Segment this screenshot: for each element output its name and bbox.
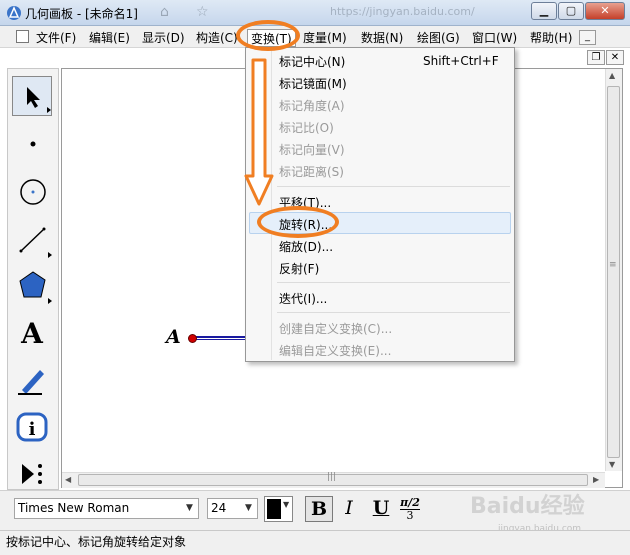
- menu-item-mark-angle: 标记角度(A): [279, 99, 345, 113]
- close-button[interactable]: ✕: [585, 2, 625, 20]
- tool-select[interactable]: [12, 76, 52, 116]
- tool-polygon[interactable]: [12, 266, 52, 306]
- tool-line[interactable]: [12, 220, 52, 260]
- color-dropdown-icon[interactable]: ▼: [283, 500, 289, 509]
- minimize-button[interactable]: ▁: [531, 2, 557, 20]
- scroll-up-arrow-icon[interactable]: ▲: [609, 71, 615, 80]
- line-tool-icon: [19, 227, 46, 253]
- underline-button[interactable]: U: [367, 496, 395, 522]
- menu-measure[interactable]: 度量(M): [303, 29, 347, 47]
- tool-point[interactable]: [12, 124, 52, 164]
- menu-file[interactable]: 文件(F): [36, 29, 76, 47]
- doc-minimize-button[interactable]: _: [579, 30, 596, 45]
- grip-icon: ≡: [609, 260, 617, 270]
- menu-construct[interactable]: 构造(C): [196, 29, 238, 47]
- menu-item-mark-ratio: 标记比(O): [279, 121, 334, 135]
- font-size-value: 24: [211, 501, 227, 515]
- menu-data[interactable]: 数据(N): [361, 29, 403, 47]
- annotation-circle-rotate: [257, 206, 339, 238]
- marker-tool-icon: [18, 370, 44, 395]
- tool-compass[interactable]: [12, 172, 52, 212]
- menu-item-mark-vector: 标记向量(V): [279, 143, 345, 157]
- maximize-button[interactable]: ▢: [558, 2, 584, 20]
- italic-button[interactable]: I: [335, 496, 363, 522]
- vertical-scroll-thumb[interactable]: [607, 86, 620, 458]
- menu-item-mark-distance: 标记距离(S): [279, 165, 344, 179]
- menu-help[interactable]: 帮助(H): [530, 29, 572, 47]
- menu-item-edit-custom-transform: 编辑自定义变换(E)...: [279, 344, 392, 358]
- math-denominator: 3: [406, 509, 414, 522]
- point-label-a[interactable]: A: [166, 326, 181, 348]
- font-name-dropdown-icon[interactable]: ▼: [186, 503, 193, 513]
- tool-marker[interactable]: [12, 360, 52, 400]
- custom-tool-icon: [22, 464, 42, 484]
- info-tool-icon: i: [16, 412, 48, 442]
- svg-text:i: i: [29, 419, 36, 440]
- math-format-button[interactable]: π/2 3: [396, 496, 424, 522]
- window-title: 几何画板 - [未命名1]: [25, 7, 138, 21]
- point-a[interactable]: [188, 334, 197, 343]
- document-icon[interactable]: [16, 30, 29, 43]
- font-name-value: Times New Roman: [18, 501, 130, 515]
- scroll-right-arrow-icon[interactable]: ▶: [593, 475, 599, 484]
- font-name-combo[interactable]: Times New Roman: [14, 498, 199, 519]
- compass-tool-icon: [20, 179, 46, 205]
- annotation-down-arrow-icon: [244, 58, 274, 206]
- menu-item-reflect[interactable]: 反射(F): [279, 260, 319, 277]
- baidu-watermark: Baidu经验: [470, 494, 585, 519]
- grip-icon: |||: [327, 472, 337, 482]
- tool-info[interactable]: i: [12, 408, 52, 448]
- menu-graph[interactable]: 绘图(G): [417, 29, 460, 47]
- menu-item-iterate[interactable]: 迭代(I)...: [279, 290, 327, 307]
- font-size-dropdown-icon[interactable]: ▼: [245, 503, 252, 513]
- doc-restore-button[interactable]: ❐: [587, 50, 605, 65]
- scroll-left-arrow-icon[interactable]: ◀: [65, 475, 71, 484]
- line-segment[interactable]: [196, 336, 248, 340]
- shortcut-mark-center: Shift+Ctrl+F: [423, 54, 499, 68]
- text-color-swatch: [267, 499, 281, 519]
- point-tool-icon: [30, 141, 36, 147]
- menu-window[interactable]: 窗口(W): [472, 29, 517, 47]
- menu-item-mark-mirror[interactable]: 标记镜面(M): [279, 75, 347, 92]
- menu-separator: [277, 312, 510, 313]
- home-icon: ⌂: [160, 4, 169, 20]
- annotation-circle-transform-menu: [236, 20, 300, 51]
- menu-item-dilate[interactable]: 缩放(D)...: [279, 238, 333, 255]
- app-icon: [7, 6, 21, 20]
- status-text: 按标记中心、标记角旋转给定对象: [6, 535, 187, 549]
- menu-item-mark-center[interactable]: 标记中心(N): [279, 53, 345, 70]
- browser-url-ghost: https://jingyan.baidu.com/: [330, 5, 475, 18]
- menu-item-create-custom-transform: 创建自定义变换(C)...: [279, 322, 393, 336]
- bold-button[interactable]: B: [305, 496, 333, 522]
- polygon-tool-icon: [19, 271, 46, 298]
- menu-separator: [277, 282, 510, 283]
- menu-edit[interactable]: 编辑(E): [89, 29, 130, 47]
- menu-separator: [277, 186, 510, 187]
- scroll-down-arrow-icon[interactable]: ▼: [609, 460, 615, 469]
- menu-display[interactable]: 显示(D): [142, 29, 185, 47]
- tool-custom[interactable]: [12, 454, 52, 494]
- doc-close-button[interactable]: ✕: [606, 50, 624, 65]
- tool-text[interactable]: A: [12, 314, 52, 354]
- star-icon: ☆: [196, 4, 209, 20]
